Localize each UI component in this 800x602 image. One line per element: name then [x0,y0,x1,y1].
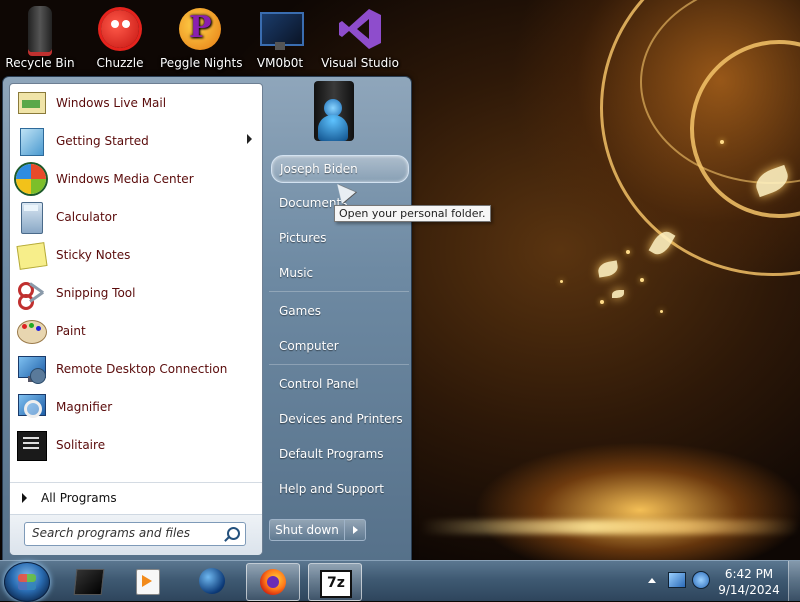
program-remote-desktop-connection[interactable]: Remote Desktop Connection [10,350,262,388]
search-icon[interactable] [227,527,240,540]
program-windows-media-center[interactable]: Windows Media Center [10,160,262,198]
peggle-nights-icon: P [177,6,223,52]
clock-time: 6:42 PM [724,567,774,581]
recycle-bin-icon [17,6,63,52]
desktop-icon-peggle-nights[interactable]: P Peggle Nights [160,6,243,70]
program-sticky-notes[interactable]: Sticky Notes [10,236,262,274]
search-box[interactable] [24,522,246,546]
mail-icon [14,86,48,120]
visual-studio-icon [337,6,383,52]
start-menu: Windows Live Mail Getting Started Window… [2,76,412,562]
shutdown-options-button[interactable] [344,519,366,541]
shutdown-button[interactable]: Shut down [269,519,345,541]
taskbar: 7z 6:42 PM 9/14/2024 [0,560,800,602]
getting-started-icon [14,124,48,158]
program-label: Windows Media Center [56,172,194,186]
program-label: Snipping Tool [56,286,136,300]
program-label: Getting Started [56,134,149,148]
taskbar-firefox[interactable] [246,563,300,601]
network-icon[interactable] [668,572,686,588]
show-hidden-icons-button[interactable] [648,578,656,583]
control-panel-link[interactable]: Control Panel [271,371,407,397]
all-programs-label: All Programs [41,491,117,505]
games-link[interactable]: Games [271,298,407,324]
program-label: Sticky Notes [56,248,131,262]
chuzzle-icon [97,6,143,52]
program-label: Solitaire [56,438,106,452]
taskbar-7zip[interactable]: 7z [308,563,362,601]
program-solitaire[interactable]: Solitaire [10,426,262,464]
volume-icon[interactable] [692,571,710,589]
separator [269,291,409,292]
help-and-support-link[interactable]: Help and Support [271,476,407,502]
computer-link[interactable]: Computer [271,333,407,359]
desktop-icon-vm0b0t[interactable]: VM0b0t [240,6,320,70]
program-label: Windows Live Mail [56,96,167,110]
desktop-icon-label: VM0b0t [256,56,304,70]
default-programs-link[interactable]: Default Programs [271,441,407,467]
search-area [10,514,262,555]
remote-desktop-icon [14,352,48,386]
search-input[interactable] [25,523,222,543]
program-calculator[interactable]: Calculator [10,198,262,236]
solitaire-icon [14,428,48,462]
user-avatar[interactable] [306,81,364,145]
program-magnifier[interactable]: Magnifier [10,388,262,426]
program-windows-live-mail[interactable]: Windows Live Mail [10,84,262,122]
clock-date: 9/14/2024 [718,583,780,597]
music-link[interactable]: Music [271,260,407,286]
devices-and-printers-link[interactable]: Devices and Printers [271,406,407,432]
program-snipping-tool[interactable]: Snipping Tool [10,274,262,312]
sticky-notes-icon [14,238,48,272]
taskbar-app-1[interactable] [62,563,114,599]
windows-logo-icon [18,574,36,590]
globe-icon [199,568,225,594]
desktop-icon-visual-studio[interactable]: Visual Studio [320,6,400,70]
desktop-icon-label: Visual Studio [321,56,399,70]
tooltip: Open your personal folder. [334,205,491,222]
desktop-icon-label: Recycle Bin [5,56,75,70]
program-getting-started[interactable]: Getting Started [10,122,262,160]
start-button[interactable] [4,562,50,602]
program-paint[interactable]: Paint [10,312,262,350]
vm0b0t-icon [257,6,304,52]
show-desktop-button[interactable] [788,561,800,601]
submenu-arrow-icon[interactable] [247,134,252,144]
clock[interactable]: 6:42 PM 9/14/2024 [716,566,782,598]
program-label: Calculator [56,210,117,224]
taskbar-globe-app[interactable] [186,563,238,599]
triangle-right-icon [22,493,27,503]
magnifier-icon [14,390,48,424]
taskbar-media-player[interactable] [122,563,174,599]
7zip-icon: 7z [320,570,352,598]
calculator-icon [14,200,48,234]
pictures-link[interactable]: Pictures [271,225,407,251]
separator [269,364,409,365]
desktop-icon-recycle-bin[interactable]: Recycle Bin [0,6,80,70]
program-label: Magnifier [56,400,113,414]
media-center-icon [14,162,48,196]
programs-pane: Windows Live Mail Getting Started Window… [9,83,263,555]
program-label: Remote Desktop Connection [56,362,228,376]
scissors-icon [14,276,48,310]
all-programs-button[interactable]: All Programs [10,482,262,513]
program-list: Windows Live Mail Getting Started Window… [10,84,262,464]
paint-palette-icon [14,314,48,348]
program-label: Paint [56,324,86,338]
desktop-icon-label: Chuzzle [96,56,144,70]
desktop-icon-label: Peggle Nights [160,56,243,70]
black-box-icon [73,569,105,595]
user-folder-link[interactable]: Joseph Biden [271,155,409,183]
desktop-icon-chuzzle[interactable]: Chuzzle [80,6,160,70]
